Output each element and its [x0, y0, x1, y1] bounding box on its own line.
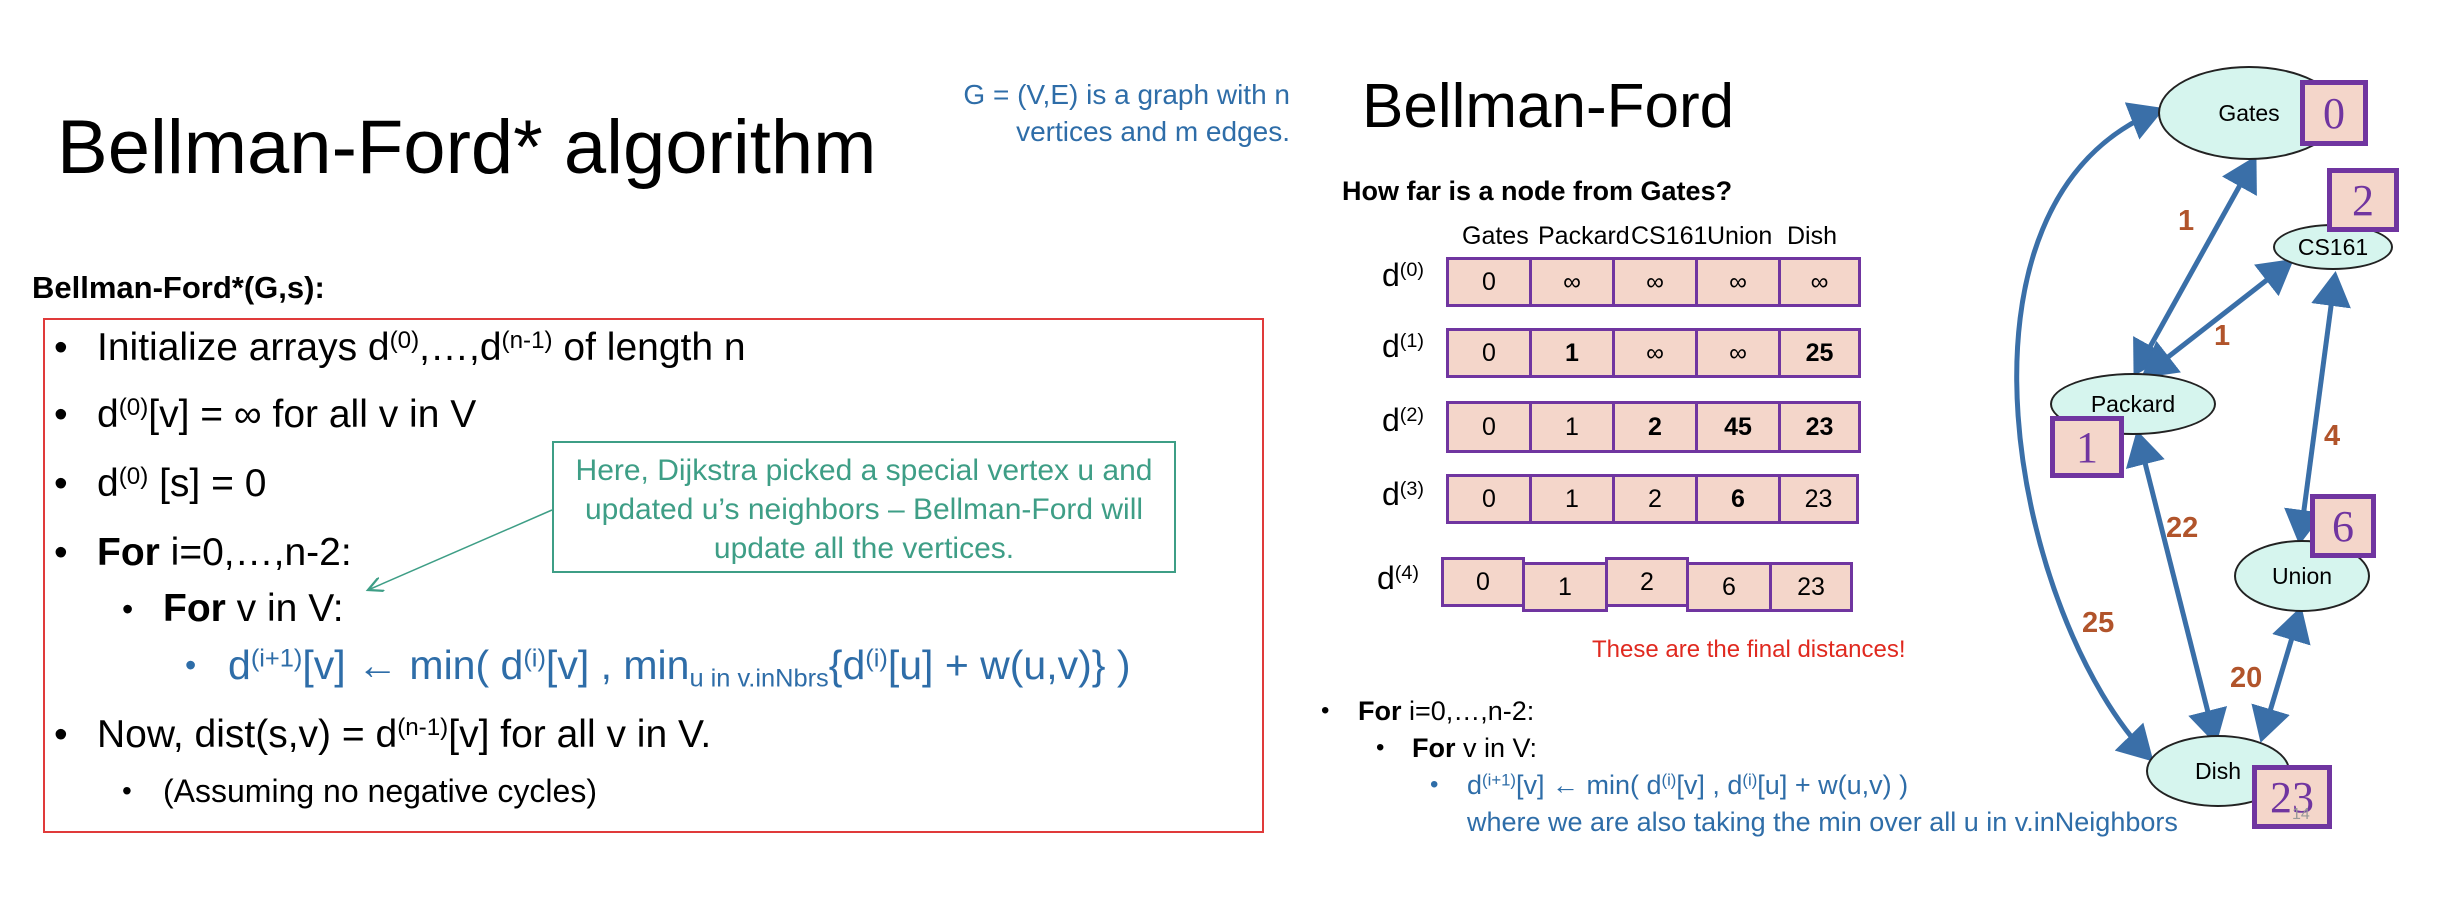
- edge-gates-packard: [2133, 155, 2257, 377]
- weight-packard-cs161: 1: [2214, 320, 2231, 352]
- edge-union-dish: [2251, 606, 2311, 743]
- distance-box-cs161: 2: [2327, 168, 2399, 232]
- weight-cs161-union: 4: [2324, 420, 2341, 452]
- distance-box-gates: 0: [2300, 80, 2368, 146]
- edge-packard-dish: [2125, 430, 2228, 745]
- weight-gates-packard: 1: [2178, 205, 2195, 237]
- distance-box-union: 6: [2310, 494, 2376, 558]
- page-number: 14: [2292, 806, 2310, 823]
- weight-union-dish: 20: [2230, 662, 2263, 694]
- weight-packard-dish: 22: [2166, 512, 2199, 544]
- distance-box-packard: 1: [2050, 416, 2124, 478]
- weight-gates-dish: 25: [2082, 607, 2115, 639]
